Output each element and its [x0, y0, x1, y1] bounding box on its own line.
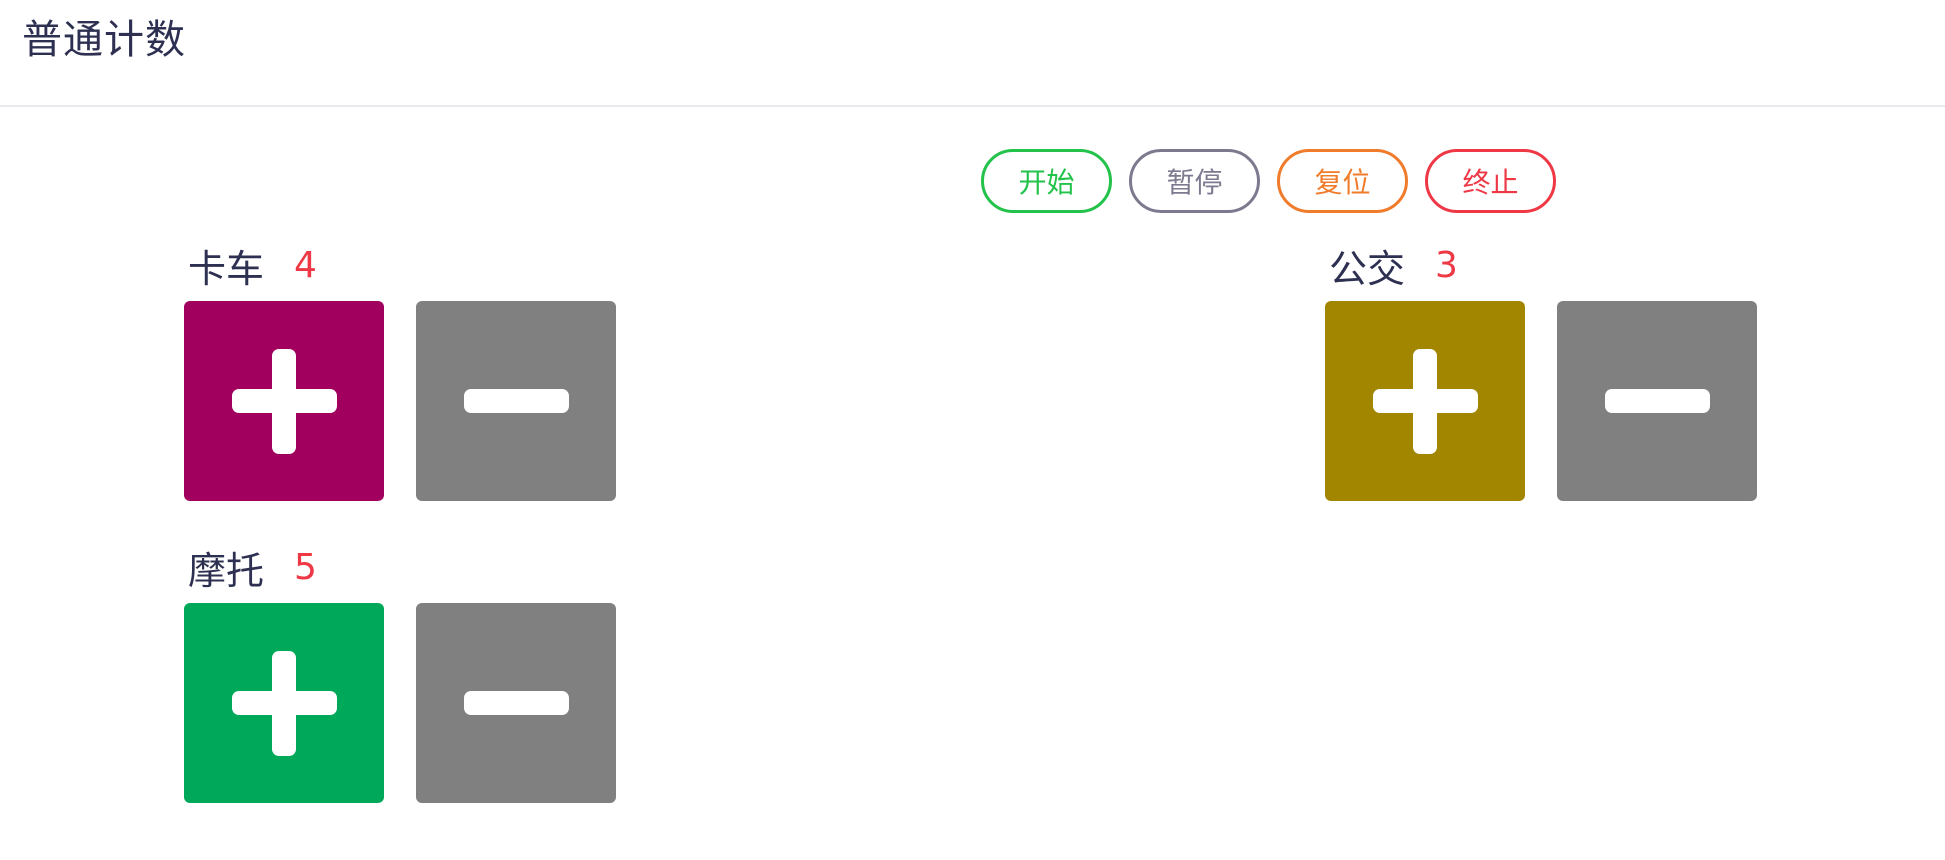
stop-button[interactable]: 终止 — [1425, 149, 1556, 213]
motorcycle-decrement-button[interactable] — [416, 603, 616, 803]
counter-header: 公交 3 — [1329, 241, 1458, 291]
counter-value: 3 — [1435, 244, 1458, 286]
page-header: 普通计数 — [0, 0, 1945, 107]
truck-increment-button[interactable] — [184, 301, 384, 501]
pause-button[interactable]: 暂停 — [1129, 149, 1260, 213]
control-bar: 开始 暂停 复位 终止 — [981, 149, 1556, 213]
counter-value: 5 — [294, 546, 317, 588]
page-title: 普通计数 — [22, 17, 186, 63]
counter-header: 摩托 5 — [188, 543, 317, 593]
counter-label: 摩托 — [188, 548, 265, 593]
reset-button[interactable]: 复位 — [1277, 149, 1408, 213]
counter-value: 4 — [294, 244, 317, 286]
bus-increment-button[interactable] — [1325, 301, 1525, 501]
counter-label: 公交 — [1329, 246, 1406, 291]
truck-decrement-button[interactable] — [416, 301, 616, 501]
start-button[interactable]: 开始 — [981, 149, 1112, 213]
counter-label: 卡车 — [188, 246, 265, 291]
motorcycle-increment-button[interactable] — [184, 603, 384, 803]
bus-decrement-button[interactable] — [1557, 301, 1757, 501]
counter-header: 卡车 4 — [188, 241, 317, 291]
